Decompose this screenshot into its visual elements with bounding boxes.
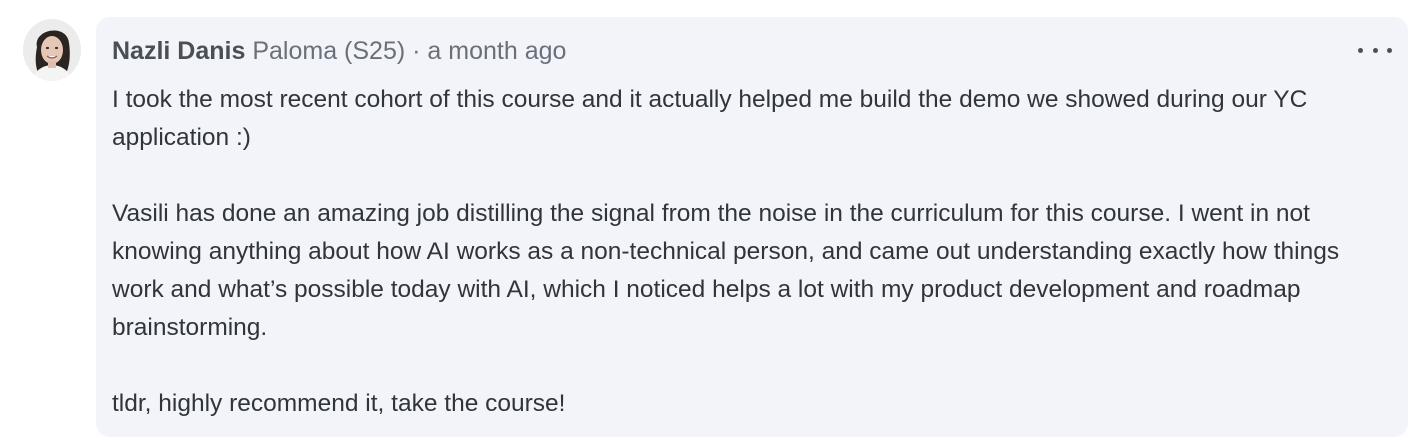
comment-paragraph: Vasili has done an amazing job distillin… xyxy=(112,200,1340,341)
avatar[interactable] xyxy=(23,19,81,81)
ellipsis-horizontal-icon xyxy=(1358,47,1363,53)
author-affiliation[interactable]: Paloma (S25) xyxy=(252,37,405,65)
meta-separator: · xyxy=(412,37,421,65)
comment-body: I took the most recent cohort of this co… xyxy=(112,81,1397,423)
ellipsis-dot xyxy=(1387,47,1392,53)
ellipsis-dot xyxy=(1372,47,1378,53)
comment-paragraph: tldr, highly recommend it, take the cour… xyxy=(112,390,566,417)
more-options-button[interactable] xyxy=(1358,39,1392,61)
comment-paragraph: I took the most recent cohort of this co… xyxy=(112,86,1308,151)
comment-header: Nazli Danis Paloma (S25) · a month ago xyxy=(112,35,566,67)
comment-card: Nazli Danis Paloma (S25) · a month ago I… xyxy=(96,17,1408,437)
comment-timestamp[interactable]: a month ago xyxy=(427,37,566,65)
user-photo-icon xyxy=(23,19,81,81)
author-name[interactable]: Nazli Danis xyxy=(112,37,245,65)
comment: Nazli Danis Paloma (S25) · a month ago I… xyxy=(0,0,1428,444)
